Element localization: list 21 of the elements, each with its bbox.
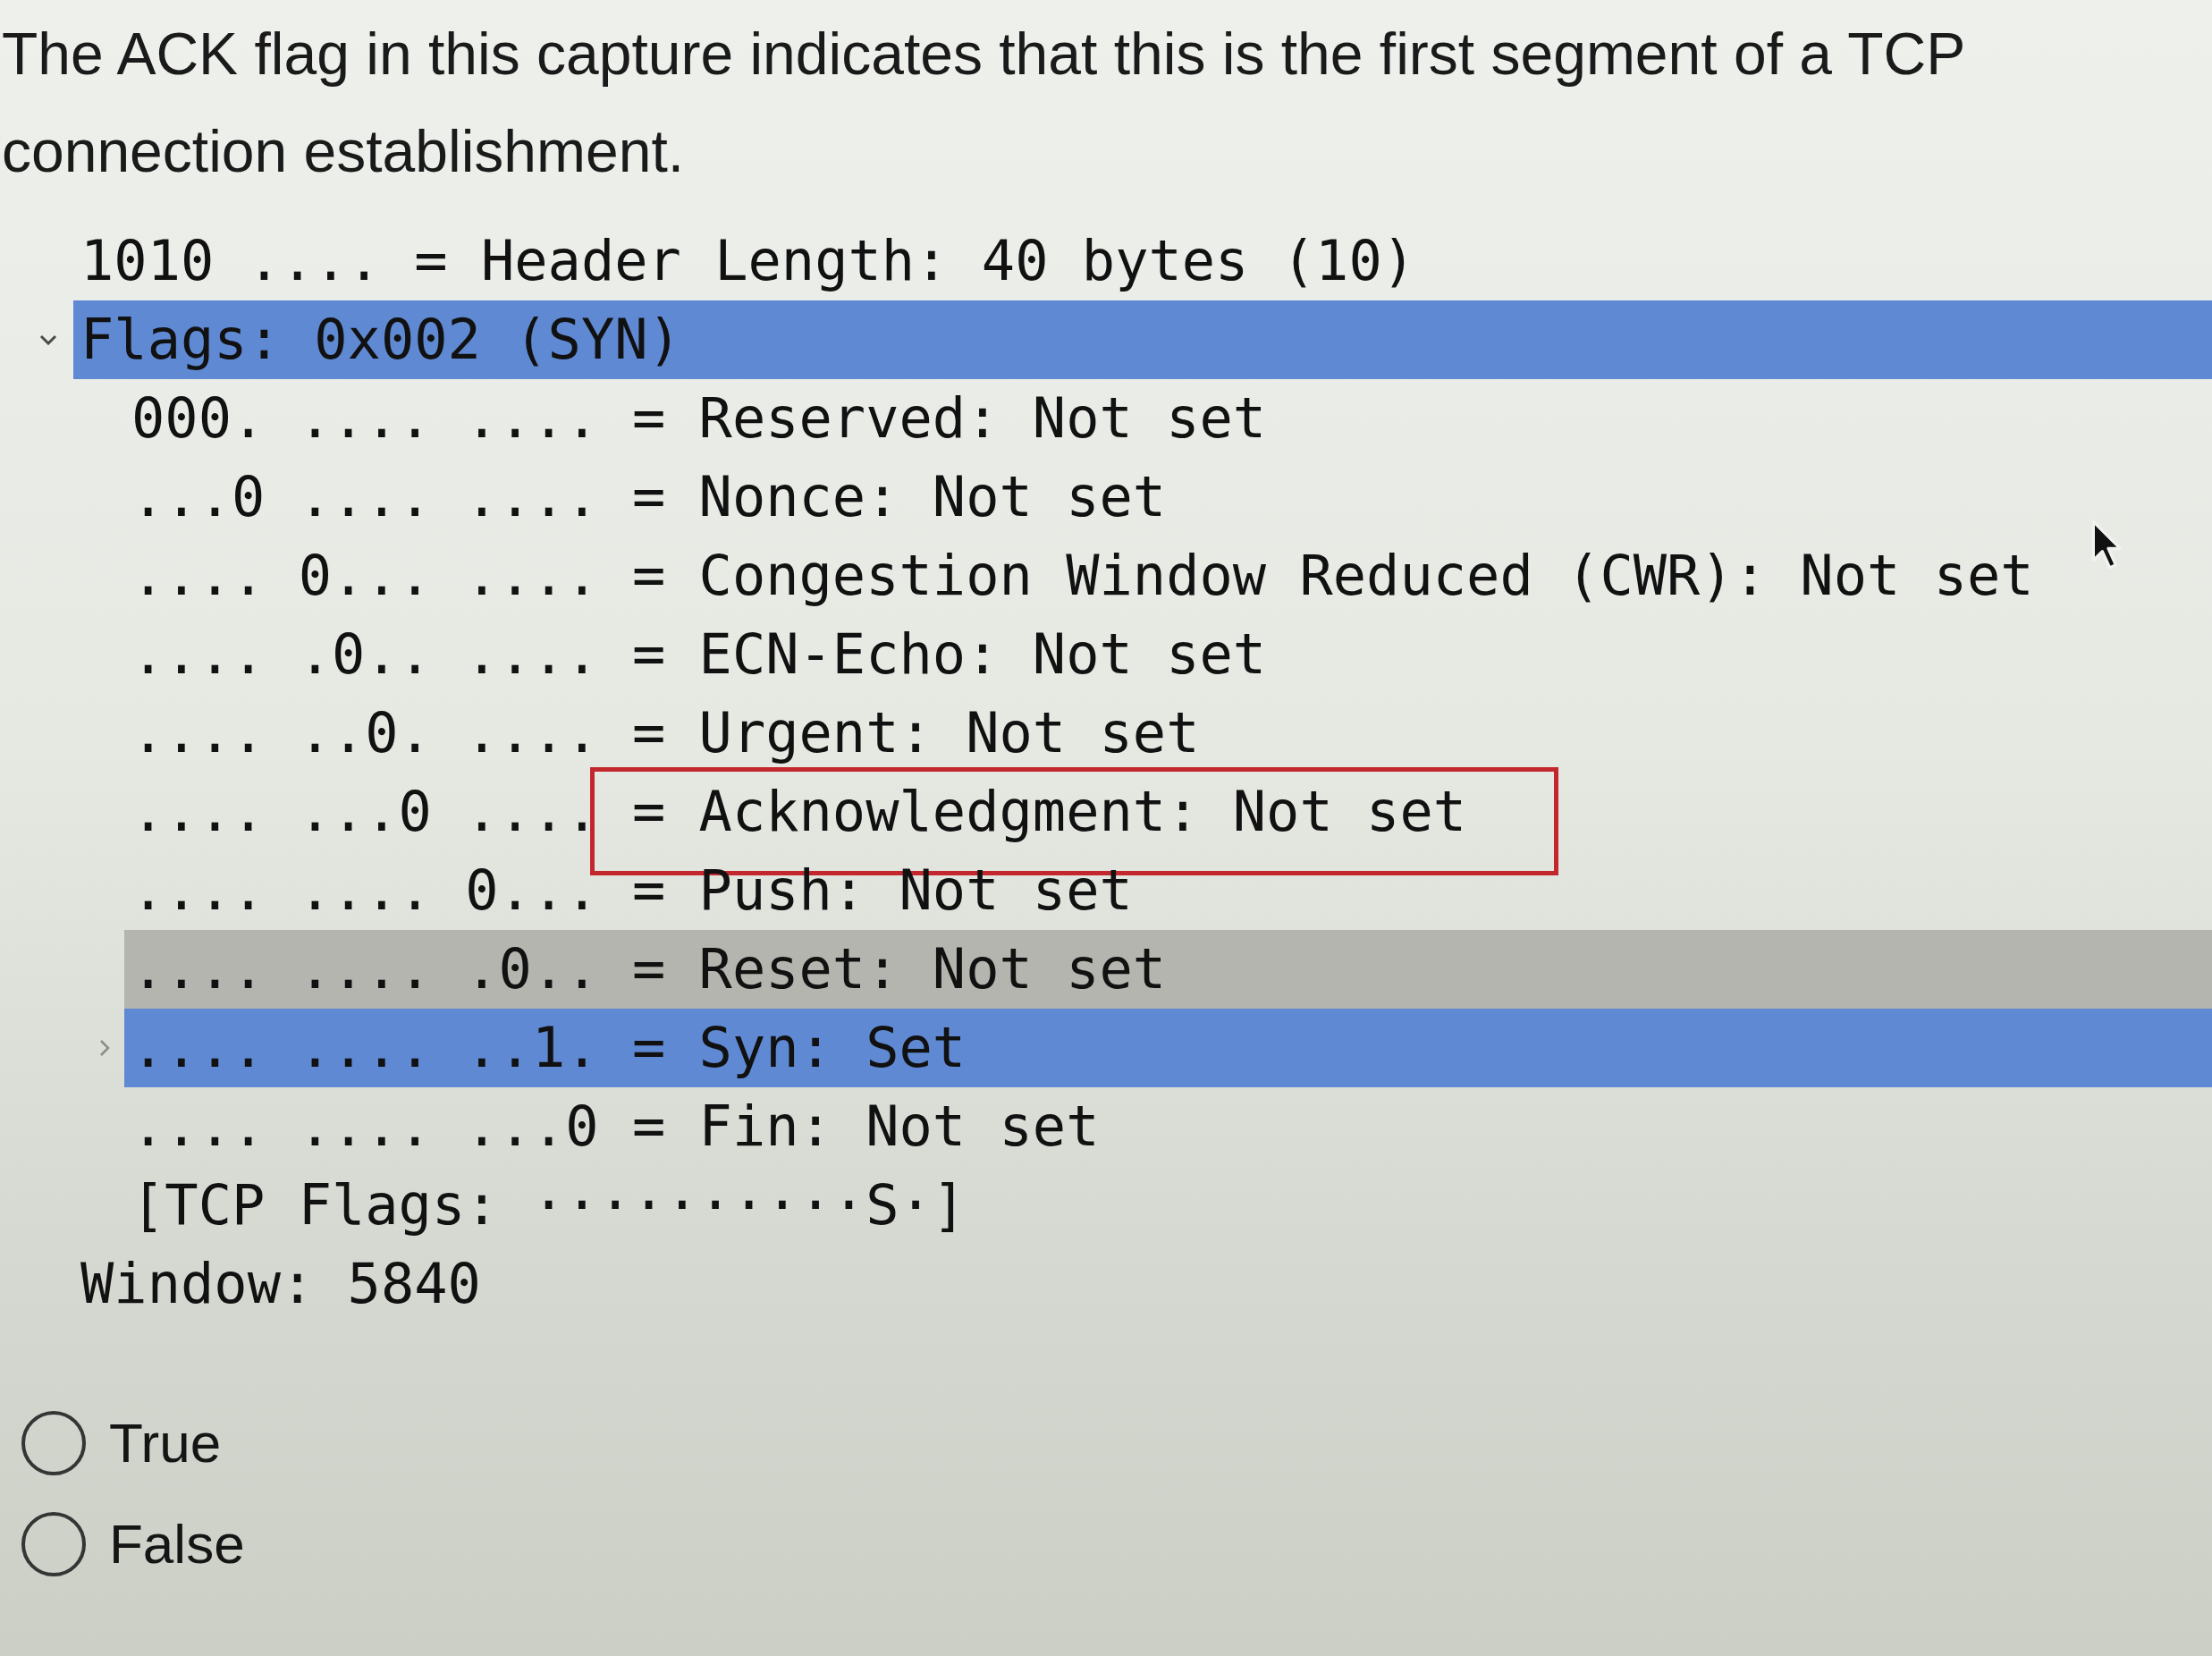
radio-option[interactable]: False	[0, 1493, 245, 1594]
tree-row[interactable]: [TCP Flags: ··········S·]	[124, 1166, 2212, 1245]
tree-row[interactable]: .... .... .0.. = Reset: Not set	[124, 930, 2212, 1009]
chevron-down-icon[interactable]	[39, 334, 57, 345]
tree-row[interactable]: 1010 .... = Header Length: 40 bytes (10)	[73, 222, 2212, 300]
tree-row[interactable]: .... .0.. .... = ECN-Echo: Not set	[124, 615, 2212, 694]
radio-button-icon[interactable]	[21, 1410, 86, 1475]
tree-row[interactable]: ...0 .... .... = Nonce: Not set	[124, 458, 2212, 537]
tree-row[interactable]: .... .... 0... = Push: Not set	[124, 851, 2212, 930]
tree-row[interactable]: .... ..0. .... = Urgent: Not set	[124, 694, 2212, 773]
tree-row[interactable]: Flags: 0x002 (SYN)	[73, 300, 2212, 379]
tree-row[interactable]: .... 0... .... = Congestion Window Reduced (CWR): Not set	[124, 537, 2212, 615]
tree-row[interactable]: Window: 5840	[73, 1245, 2212, 1323]
tree-row[interactable]: .... ...0 .... = Acknowledgment: Not set	[124, 773, 2212, 851]
tree-row[interactable]: 000. .... .... = Reserved: Not set	[124, 379, 2212, 458]
tree-row[interactable]: .... .... ..1. = Syn: Set	[124, 1009, 2212, 1087]
radio-button-icon[interactable]	[21, 1511, 86, 1576]
radio-option[interactable]: True	[0, 1392, 222, 1493]
tree-row[interactable]: .... .... ...0 = Fin: Not set	[124, 1087, 2212, 1166]
question-text: The ACK flag in this capture indicates that this is the first segment of a TCP connection establishment.	[1, 20, 1965, 186]
chevron-right-icon[interactable]	[99, 1039, 110, 1057]
